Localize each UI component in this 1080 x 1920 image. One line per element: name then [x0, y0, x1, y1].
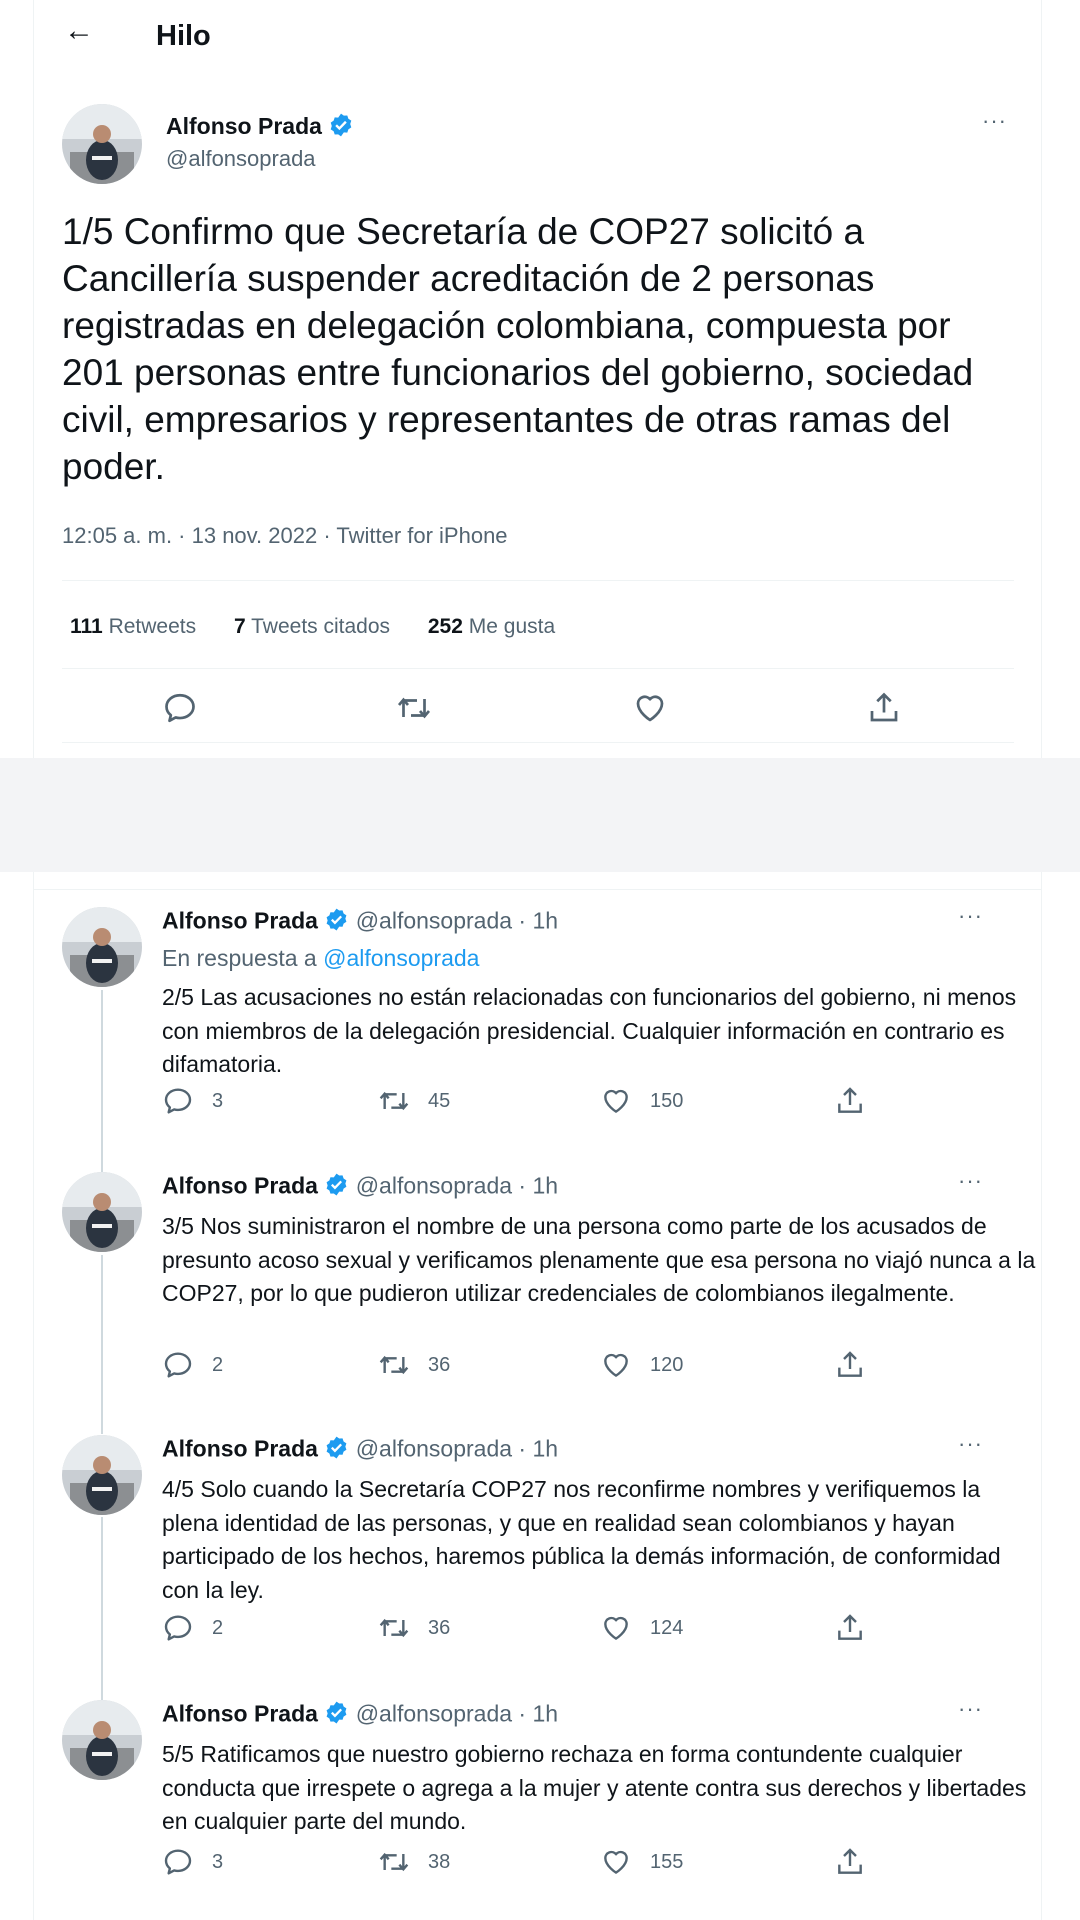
reply-icon[interactable]: 3 — [162, 1846, 223, 1878]
author-line: Alfonso Prada @alfonsoprada · 1h — [162, 1700, 558, 1731]
author-handle[interactable]: @alfonsoprada · 1h — [356, 908, 558, 934]
like-count: 150 — [650, 1089, 684, 1112]
share-icon[interactable] — [834, 1085, 866, 1117]
thread-header: ← Hilo — [34, 0, 1041, 75]
verified-badge-icon — [324, 1435, 349, 1466]
more-options-icon[interactable]: ··· — [982, 108, 1007, 134]
like-count: 155 — [650, 1850, 684, 1873]
author-name[interactable]: Alfonso Prada — [162, 908, 318, 934]
divider — [62, 742, 1014, 743]
like-icon[interactable]: 155 — [600, 1846, 683, 1878]
reply-icon[interactable]: 2 — [162, 1612, 223, 1644]
like-count: 124 — [650, 1616, 684, 1639]
author-handle[interactable]: @alfonsoprada — [166, 146, 316, 172]
reply-icon[interactable]: 2 — [162, 1349, 223, 1381]
tweet-text: 4/5 Solo cuando la Secretaría COP27 nos … — [162, 1476, 1001, 1603]
divider — [62, 580, 1014, 581]
reply-icon[interactable] — [162, 690, 198, 726]
like-icon[interactable] — [632, 690, 668, 726]
retweet-icon[interactable] — [396, 690, 432, 726]
verified-badge-icon — [324, 907, 349, 938]
more-options-icon[interactable]: ··· — [958, 1431, 983, 1457]
tweet-stats: 111 Retweets 7 Tweets citados 252 Me gus… — [70, 615, 587, 639]
author-handle[interactable]: @alfonsoprada · 1h — [356, 1701, 558, 1727]
more-options-icon[interactable]: ··· — [958, 1168, 983, 1194]
author-name[interactable]: Alfonso Prada — [166, 113, 322, 139]
share-icon[interactable] — [834, 1349, 866, 1381]
avatar[interactable] — [62, 1172, 142, 1252]
author-name[interactable]: Alfonso Prada — [162, 1173, 318, 1199]
avatar[interactable] — [62, 907, 142, 987]
author-line: Alfonso Prada @alfonsoprada · 1h — [162, 1172, 558, 1203]
section-separator — [0, 758, 1080, 872]
verified-badge-icon — [324, 1700, 349, 1731]
avatar[interactable] — [62, 104, 142, 184]
arrow-left-icon[interactable]: ← — [64, 14, 94, 48]
retweet-count: 36 — [428, 1616, 451, 1639]
replies-panel: Alfonso Prada @alfonsoprada · 1h ··· En … — [33, 872, 1042, 1920]
like-icon[interactable]: 124 — [600, 1612, 683, 1644]
mention-link[interactable]: @alfonsoprada — [323, 945, 479, 971]
verified-badge-icon — [328, 112, 354, 144]
retweet-count: 36 — [428, 1353, 451, 1376]
author-name[interactable]: Alfonso Prada — [162, 1436, 318, 1462]
author-line: Alfonso Prada — [166, 112, 354, 144]
retweet-icon[interactable]: 36 — [378, 1612, 450, 1644]
retweet-icon[interactable]: 38 — [378, 1846, 450, 1878]
reply-icon[interactable]: 3 — [162, 1085, 223, 1117]
thread-connector — [101, 1517, 103, 1700]
retweet-count: 45 — [428, 1089, 451, 1112]
main-tweet-panel: ← Hilo Alfonso Prada @alfonsoprada ··· 1… — [33, 0, 1042, 758]
author-handle[interactable]: @alfonsoprada · 1h — [356, 1436, 558, 1462]
like-icon[interactable]: 150 — [600, 1085, 683, 1117]
author-line: Alfonso Prada @alfonsoprada · 1h — [162, 1435, 558, 1466]
reply-count: 2 — [212, 1616, 224, 1639]
more-options-icon[interactable]: ··· — [958, 903, 983, 929]
thread-connector — [101, 1255, 103, 1434]
divider — [62, 668, 1014, 669]
author-handle[interactable]: @alfonsoprada · 1h — [356, 1173, 558, 1199]
more-options-icon[interactable]: ··· — [958, 1696, 983, 1722]
reply-count: 3 — [212, 1089, 224, 1112]
tweet-text: 5/5 Ratificamos que nuestro gobierno rec… — [162, 1741, 1027, 1834]
reply-context: En respuesta a @alfonsoprada — [162, 945, 480, 971]
like-count: 120 — [650, 1353, 684, 1376]
reply-count: 3 — [212, 1850, 224, 1873]
divider — [34, 889, 1041, 890]
author-line: Alfonso Prada @alfonsoprada · 1h — [162, 907, 558, 938]
like-icon[interactable]: 120 — [600, 1349, 683, 1381]
likes-stat[interactable]: 252 Me gusta — [428, 615, 555, 638]
page-title: Hilo — [156, 20, 211, 52]
retweet-icon[interactable]: 36 — [378, 1349, 450, 1381]
avatar[interactable] — [62, 1435, 142, 1515]
share-icon[interactable] — [866, 690, 902, 726]
verified-badge-icon — [324, 1172, 349, 1203]
share-icon[interactable] — [834, 1846, 866, 1878]
retweets-stat[interactable]: 111 Retweets — [70, 615, 196, 638]
retweet-count: 38 — [428, 1850, 451, 1873]
quotes-stat[interactable]: 7 Tweets citados — [234, 615, 390, 638]
tweet-text: 3/5 Nos suministraron el nombre de una p… — [162, 1213, 1036, 1306]
share-icon[interactable] — [834, 1612, 866, 1644]
thread-connector — [101, 990, 103, 1172]
author-name[interactable]: Alfonso Prada — [162, 1701, 318, 1727]
tweet-text: 1/5 Confirmo que Secretaría de COP27 sol… — [62, 211, 974, 487]
tweet-metadata: 12:05 a. m. · 13 nov. 2022 · Twitter for… — [62, 523, 508, 548]
reply-count: 2 — [212, 1353, 224, 1376]
retweet-icon[interactable]: 45 — [378, 1085, 450, 1117]
avatar[interactable] — [62, 1700, 142, 1780]
tweet-text: 2/5 Las acusaciones no están relacionada… — [162, 984, 1017, 1077]
